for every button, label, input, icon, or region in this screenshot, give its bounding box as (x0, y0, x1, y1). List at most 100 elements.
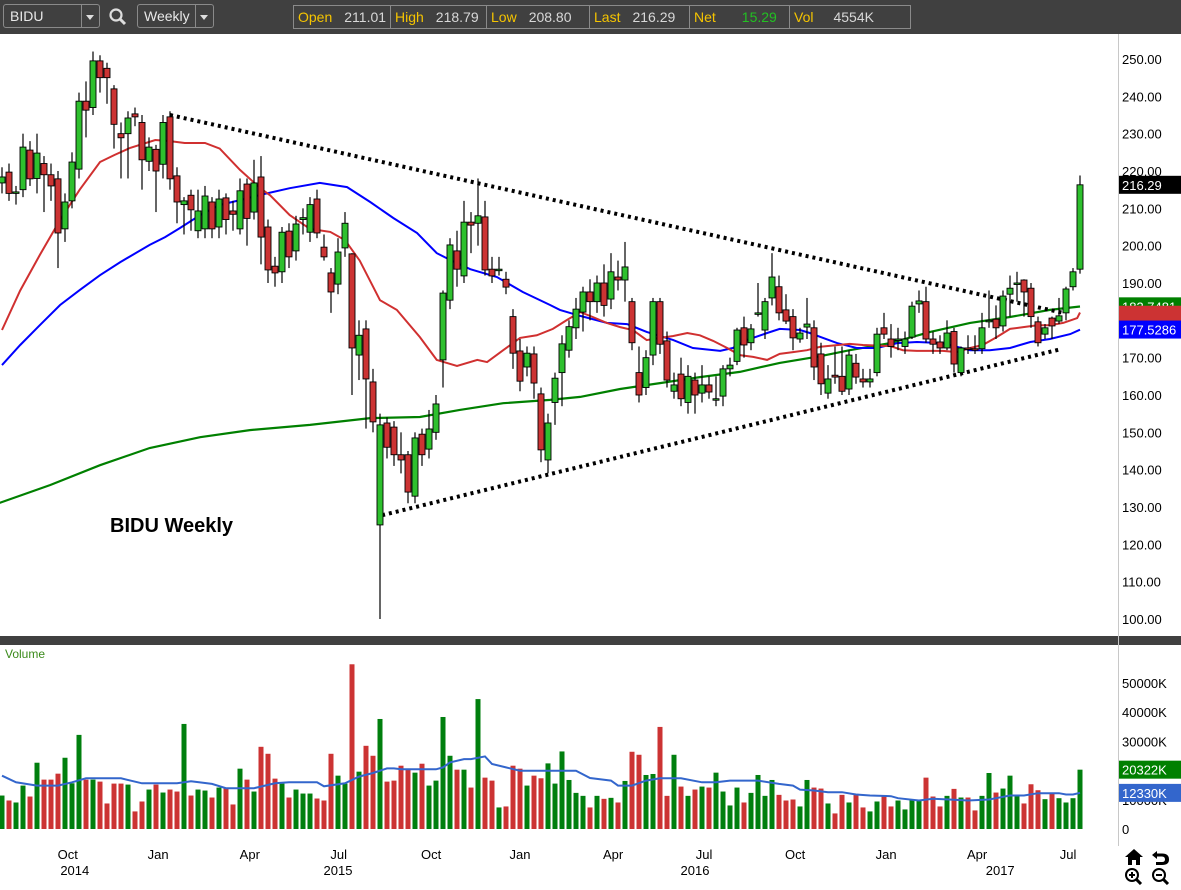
price-tick-label: 250.00 (1122, 52, 1162, 67)
home-icon[interactable] (1124, 848, 1144, 866)
volume-bar (909, 799, 915, 829)
volume-tick-label: 40000K (1122, 705, 1167, 720)
stock-chart[interactable]: 250.00240.00230.00220.00210.00200.00190.… (0, 0, 1181, 886)
month-label: Oct (58, 847, 79, 862)
price-tick-label: 100.00 (1122, 612, 1162, 627)
volume-bar (461, 769, 467, 829)
candle-body (803, 323, 811, 328)
candle (894, 327, 902, 351)
volume-bar (762, 795, 768, 829)
candle-body (467, 221, 475, 226)
volume-bar (27, 796, 33, 829)
candle (810, 320, 818, 381)
candle-body (397, 454, 405, 461)
candle (404, 450, 412, 504)
search-icon[interactable] (108, 7, 128, 27)
candle-body (278, 231, 286, 273)
candle (607, 253, 615, 310)
volume-bar (839, 794, 845, 829)
year-label: 2017 (986, 863, 1015, 878)
volume-bar (314, 798, 320, 829)
quote-value: 218.79 (435, 9, 479, 25)
volume-bar (167, 789, 173, 829)
candle (250, 159, 258, 220)
candle (5, 163, 13, 201)
volume-bar (398, 765, 404, 829)
volume-bar (972, 810, 978, 829)
volume-bar (13, 802, 19, 829)
candle (82, 81, 90, 138)
candle-body (502, 278, 510, 288)
volume-bar (482, 777, 488, 829)
candle-body (40, 163, 48, 176)
undo-icon[interactable] (1151, 848, 1171, 866)
candle (754, 282, 762, 317)
candle-body (411, 437, 419, 497)
volume-bar (986, 772, 992, 829)
chevron-down-icon[interactable] (81, 5, 99, 27)
price-tick-label: 150.00 (1122, 425, 1162, 440)
chevron-down-icon[interactable] (195, 5, 213, 27)
volume-bar (636, 754, 642, 829)
candle-body (985, 319, 993, 323)
candle (229, 200, 237, 231)
candle-body (866, 378, 874, 383)
candle-body (446, 244, 454, 301)
candle (481, 200, 489, 276)
candle-body (229, 210, 237, 215)
candle-body (915, 300, 923, 305)
price-tick-label: 170.00 (1122, 351, 1162, 366)
volume-bar (958, 797, 964, 829)
candle-body (110, 88, 118, 125)
volume-bar (965, 797, 971, 829)
volume-bar (776, 794, 782, 829)
candle-body (572, 308, 580, 329)
volume-bar (384, 781, 390, 829)
candle (642, 350, 650, 395)
candle (467, 212, 475, 254)
candle (278, 226, 286, 283)
candle-body (1076, 184, 1084, 270)
panel-separator[interactable] (0, 636, 1181, 645)
volume-bar (244, 779, 250, 829)
candle-body (873, 333, 881, 374)
candle (684, 365, 692, 414)
candle (859, 368, 867, 388)
candle-body (593, 282, 601, 303)
candle (257, 156, 265, 265)
volume-bar (412, 772, 418, 829)
volume-bar (342, 783, 348, 829)
candle-body (369, 381, 377, 423)
candle-body (236, 190, 244, 230)
candle (824, 365, 832, 399)
last-price-label: 216.29 (1122, 178, 1162, 193)
candle-body (306, 204, 314, 233)
symbol-input[interactable]: BIDU (3, 4, 100, 28)
volume-panel[interactable] (0, 664, 1083, 829)
volume-bar (1077, 769, 1083, 829)
zoom-in-icon[interactable] (1124, 867, 1144, 886)
candle (656, 297, 664, 354)
volume-bar (279, 783, 285, 829)
candle (208, 197, 216, 239)
candle-body (1069, 271, 1077, 288)
volume-bar (755, 774, 761, 829)
zoom-out-icon[interactable] (1151, 867, 1171, 886)
candle (383, 417, 391, 459)
candle (509, 309, 517, 369)
candle (124, 111, 132, 179)
candle (313, 189, 321, 239)
volume-bar (804, 779, 810, 829)
interval-select[interactable]: Weekly (137, 4, 214, 28)
volume-bar (363, 745, 369, 829)
candle-body (1041, 327, 1049, 335)
candle (670, 372, 678, 399)
candle (173, 167, 181, 224)
candle-body (740, 327, 748, 346)
volume-bar (1035, 790, 1041, 829)
candle-body (558, 343, 566, 374)
candle (152, 144, 160, 213)
month-label: Apr (240, 847, 261, 862)
candle-body (362, 328, 370, 380)
candle (551, 372, 559, 425)
